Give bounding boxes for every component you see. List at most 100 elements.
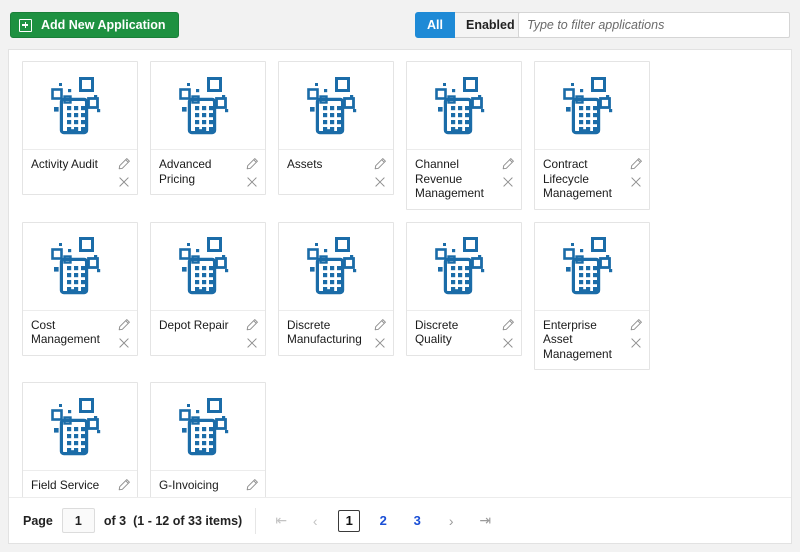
pencil-icon[interactable] (501, 318, 515, 332)
application-card-body: Assets (279, 150, 393, 194)
application-name-label: Field Service (31, 478, 100, 492)
application-name-label: Discrete Manufacturing (287, 317, 362, 347)
close-x-icon[interactable] (373, 175, 387, 189)
application-card-actions (500, 157, 515, 189)
close-x-icon[interactable] (501, 336, 515, 350)
pencil-icon[interactable] (501, 157, 515, 171)
close-x-icon[interactable] (373, 336, 387, 350)
application-card[interactable]: Enterprise Asset Management (534, 221, 650, 370)
item-range-label: (1 - 12 of 33 items) (133, 513, 243, 528)
application-card[interactable]: G-Invoicing (150, 382, 266, 516)
add-new-application-label: Add New Application (41, 18, 166, 32)
last-page-icon[interactable]: ⇥ (474, 510, 496, 532)
application-card[interactable]: Cost Management (22, 221, 138, 356)
application-tablet-icon (535, 223, 649, 311)
application-name-label: Activity Audit (31, 157, 98, 171)
filter-applications-input[interactable] (518, 12, 790, 38)
application-row: Activity Audit Advanced Pricing Assets C… (22, 61, 791, 210)
application-tablet-icon (151, 223, 265, 311)
application-name-label: Channel Revenue Management (415, 157, 484, 200)
pencil-icon[interactable] (117, 157, 131, 171)
application-card-actions (116, 318, 131, 350)
application-card-body: Advanced Pricing (151, 150, 265, 194)
application-tablet-icon (23, 223, 137, 311)
application-card-actions (244, 318, 259, 350)
filter-segment-enabled-label: Enabled (465, 18, 515, 32)
pencil-icon[interactable] (117, 478, 131, 492)
applications-panel: Activity Audit Advanced Pricing Assets C… (8, 49, 792, 544)
pencil-icon[interactable] (373, 318, 387, 332)
pagination-footer: Page of 3 (1 - 12 of 33 items) ⇤ ‹ 123 › ⇥ (9, 497, 791, 543)
application-card[interactable]: Advanced Pricing (150, 61, 266, 195)
previous-page-icon[interactable]: ‹ (304, 510, 326, 532)
close-x-icon[interactable] (245, 336, 259, 350)
application-card[interactable]: Activity Audit (22, 61, 138, 195)
add-new-application-button[interactable]: Add New Application (10, 12, 179, 38)
application-card[interactable]: Contract Lifecycle Management (534, 61, 650, 210)
plus-square-icon (19, 18, 32, 32)
application-tablet-icon (535, 62, 649, 150)
application-name-label: Assets (287, 157, 323, 171)
pencil-icon[interactable] (245, 478, 259, 492)
application-card-actions (628, 157, 643, 189)
application-tablet-icon (151, 62, 265, 150)
application-card[interactable]: Assets (278, 61, 394, 195)
filter-segment-enabled[interactable]: Enabled (454, 12, 527, 38)
application-name-label: Enterprise Asset Management (543, 317, 612, 361)
pencil-icon[interactable] (245, 318, 259, 332)
pencil-icon[interactable] (629, 157, 643, 171)
application-name-label: Contract Lifecycle Management (543, 157, 612, 200)
close-x-icon[interactable] (117, 336, 131, 350)
application-manager-page: Add New Application All Enabled Activity (0, 0, 800, 552)
application-name-label: Discrete Quality (415, 317, 459, 347)
application-tablet-icon (23, 383, 137, 471)
application-name-label: G-Invoicing (159, 478, 219, 492)
application-card-body: Depot Repair (151, 311, 265, 355)
next-page-icon[interactable]: › (440, 510, 462, 532)
application-card[interactable]: Depot Repair (150, 221, 266, 356)
application-tablet-icon (151, 383, 265, 471)
application-card-body: Channel Revenue Management (407, 150, 521, 209)
application-card[interactable]: Discrete Quality (406, 221, 522, 356)
application-name-label: Depot Repair (159, 317, 229, 332)
close-x-icon[interactable] (629, 336, 643, 350)
application-card[interactable]: Field Service (22, 382, 138, 516)
pager-page-3[interactable]: 3 (406, 510, 428, 532)
application-card-body: Activity Audit (23, 150, 137, 194)
top-toolbar: Add New Application All Enabled (0, 0, 800, 49)
close-x-icon[interactable] (117, 175, 131, 189)
filter-segment-all[interactable]: All (415, 12, 455, 38)
pencil-icon[interactable] (629, 318, 643, 332)
filter-segmented-control: All Enabled (415, 12, 527, 38)
application-card-actions (500, 318, 515, 350)
application-tablet-icon (23, 62, 137, 150)
application-tablet-icon (279, 62, 393, 150)
application-card-actions (372, 318, 387, 350)
page-label: Page (23, 513, 53, 528)
close-x-icon[interactable] (245, 175, 259, 189)
close-x-icon[interactable] (501, 175, 515, 189)
application-name-label: Cost Management (31, 317, 100, 347)
pencil-icon[interactable] (373, 157, 387, 171)
pager-controls: ⇤ ‹ 1 2 3 › ⇥ (270, 509, 508, 532)
applications-grid: Activity Audit Advanced Pricing Assets C… (9, 50, 791, 516)
first-page-icon[interactable]: ⇤ (270, 510, 292, 532)
pencil-icon[interactable] (117, 318, 131, 332)
application-tablet-icon (407, 62, 521, 150)
application-tablet-icon (279, 223, 393, 311)
pager-page-1[interactable]: 1 (338, 509, 361, 532)
page-number-input[interactable] (61, 508, 95, 533)
close-x-icon[interactable] (629, 175, 643, 189)
footer-divider (255, 507, 257, 534)
pager-page-2[interactable]: 2 (372, 510, 394, 532)
application-card-actions (244, 157, 259, 189)
application-row: Cost Management Depot Repair Discrete Ma… (22, 221, 791, 370)
application-card-actions (628, 318, 643, 350)
application-card-body: Cost Management (23, 311, 137, 355)
pencil-icon[interactable] (245, 157, 259, 171)
application-card-actions (116, 157, 131, 189)
page-total-label: of 3 (103, 513, 127, 528)
application-card[interactable]: Channel Revenue Management (406, 61, 522, 210)
application-card-actions (372, 157, 387, 189)
application-card[interactable]: Discrete Manufacturing (278, 221, 394, 356)
